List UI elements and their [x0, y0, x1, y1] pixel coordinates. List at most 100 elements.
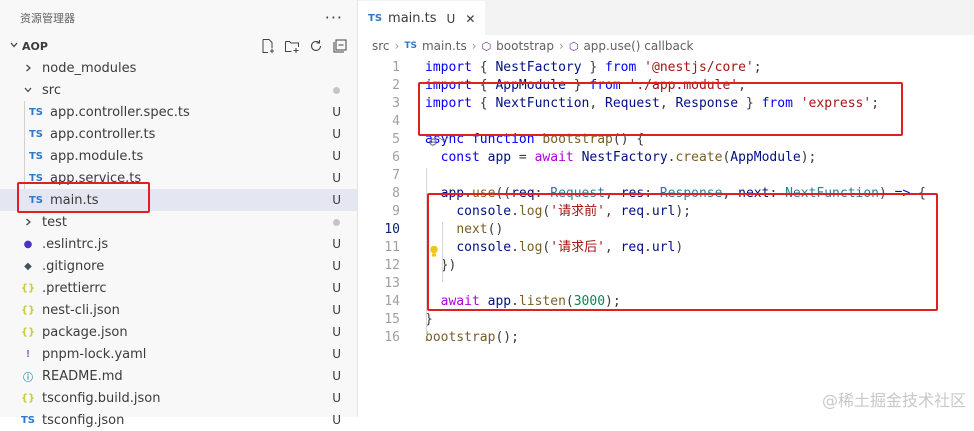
tree-item[interactable]: {} package.json U — [0, 321, 357, 343]
chevron-right-icon: › — [394, 39, 400, 53]
line-number: 11 — [384, 240, 400, 255]
code-token: = — [511, 150, 535, 165]
more-actions-icon[interactable]: ··· — [325, 8, 343, 27]
tree-item[interactable]: {} tsconfig.build.json U — [0, 387, 357, 409]
tree-item-label: .gitignore — [42, 258, 105, 274]
line-number: 14 — [384, 294, 400, 309]
tree-item-label: tsconfig.json — [42, 412, 125, 428]
explorer-sidebar: 资源管理器 ··· AOP node_modules src TS app.contr… — [0, 0, 358, 428]
tree-item[interactable]: TS tsconfig.json U — [0, 409, 357, 431]
code-line: import { NestFactory } from '@nestjs/cor… — [425, 59, 762, 77]
tree-item[interactable]: TS app.module.ts U — [0, 145, 357, 167]
code-token: ; — [753, 60, 762, 75]
readme-icon: ⓘ — [23, 372, 33, 384]
tree-item[interactable]: ● .eslintrc.js U — [0, 233, 357, 255]
git-status: U — [332, 171, 341, 185]
code-token: ); — [800, 150, 817, 165]
code-token: from — [605, 60, 637, 75]
new-folder-icon[interactable] — [283, 37, 301, 55]
editor: TS main.ts U ✕ src › TS main.ts › ⬡ boot… — [358, 0, 974, 417]
git-status: U — [332, 325, 341, 339]
tree-item[interactable]: ! pnpm-lock.yaml U — [0, 343, 357, 365]
code-token: const — [440, 150, 480, 165]
code-token: import — [425, 60, 472, 75]
tree-item-label: node_modules — [42, 60, 137, 76]
modified-dot-icon — [333, 218, 340, 226]
git-status: U — [332, 347, 341, 361]
code-token: create — [675, 150, 723, 165]
tree-item[interactable]: {} .prettierrc U — [0, 277, 357, 299]
code-token: (); — [495, 330, 519, 345]
typescript-icon: TS — [368, 13, 383, 24]
code-token: bootstrap — [425, 330, 496, 345]
chevron-down-icon — [6, 40, 22, 53]
tree-item[interactable]: test — [0, 211, 357, 233]
breadcrumb-file[interactable]: main.ts — [422, 39, 467, 53]
breadcrumb-symbol-callback[interactable]: app.use() callback — [583, 39, 693, 53]
code-token: await — [534, 150, 574, 165]
line-number: 13 — [384, 276, 400, 291]
method-icon: ⬡ — [568, 39, 579, 53]
code-token: '@nestjs/core' — [644, 60, 754, 75]
git-status: U — [332, 369, 341, 383]
json-icon: {} — [20, 326, 36, 338]
collapse-icon[interactable] — [331, 37, 349, 55]
git-status: U — [332, 303, 341, 317]
tree-item[interactable]: ◆ .gitignore U — [0, 255, 357, 277]
code-token: AppModule — [730, 150, 801, 165]
line-number: 15 — [384, 312, 400, 327]
breadcrumb: src › TS main.ts › ⬡ bootstrap › ⬡ app.u… — [358, 35, 974, 57]
eslint-icon: ● — [23, 238, 33, 250]
chevron-right-icon: › — [471, 39, 477, 53]
close-icon[interactable]: ✕ — [465, 12, 475, 26]
chevron-down-icon — [20, 85, 36, 95]
typescript-icon: TS — [28, 106, 44, 118]
git-status: U — [332, 127, 341, 141]
line-number: 1 — [392, 60, 400, 75]
typescript-icon: TS — [404, 41, 417, 51]
highlight-box-main-ts — [17, 182, 150, 213]
refresh-icon[interactable] — [307, 37, 325, 55]
code-lens-icon[interactable]: ⚙﹀ — [428, 134, 449, 150]
project-header[interactable]: AOP — [0, 35, 357, 57]
tab-bar: TS main.ts U ✕ — [358, 0, 974, 36]
tree-item-label: package.json — [42, 324, 128, 340]
tree-item[interactable]: src — [0, 79, 357, 101]
tree-item-label: app.controller.ts — [50, 126, 156, 142]
tree-item[interactable]: TS app.controller.ts U — [0, 123, 357, 145]
typescript-icon: TS — [20, 414, 36, 426]
git-status: U — [332, 105, 341, 119]
line-number: 8 — [392, 186, 400, 201]
breadcrumb-folder[interactable]: src — [372, 39, 390, 53]
tree-item[interactable]: node_modules — [0, 57, 357, 79]
line-number: 12 — [384, 258, 400, 273]
git-status: U — [332, 149, 341, 163]
tree-item[interactable]: {} nest-cli.json U — [0, 299, 357, 321]
git-status: U — [332, 413, 341, 427]
git-status: U — [332, 391, 341, 405]
explorer-title: 资源管理器 — [20, 11, 75, 25]
tree-item-label: README.md — [42, 368, 123, 384]
tree-item[interactable]: ⓘ README.md U — [0, 365, 357, 387]
chevron-right-icon — [20, 63, 36, 73]
new-file-icon[interactable] — [259, 37, 277, 55]
git-status: U — [332, 281, 341, 295]
tree-item[interactable]: TS app.controller.spec.ts U — [0, 101, 357, 123]
git-status: U — [332, 259, 341, 273]
code-token: { — [471, 60, 496, 75]
code-line: bootstrap(); — [425, 329, 519, 347]
code-token: NestFactory — [495, 60, 582, 75]
typescript-icon: TS — [28, 150, 44, 162]
tree-item-label: pnpm-lock.yaml — [42, 346, 147, 362]
line-number: 5 — [392, 132, 400, 147]
tab-main-ts[interactable]: TS main.ts U ✕ — [358, 0, 486, 36]
project-actions — [259, 37, 357, 55]
tree-item-label: .eslintrc.js — [42, 236, 109, 252]
breadcrumb-symbol-bootstrap[interactable]: bootstrap — [496, 39, 554, 53]
json-icon: {} — [20, 392, 36, 404]
project-name: AOP — [22, 39, 48, 53]
